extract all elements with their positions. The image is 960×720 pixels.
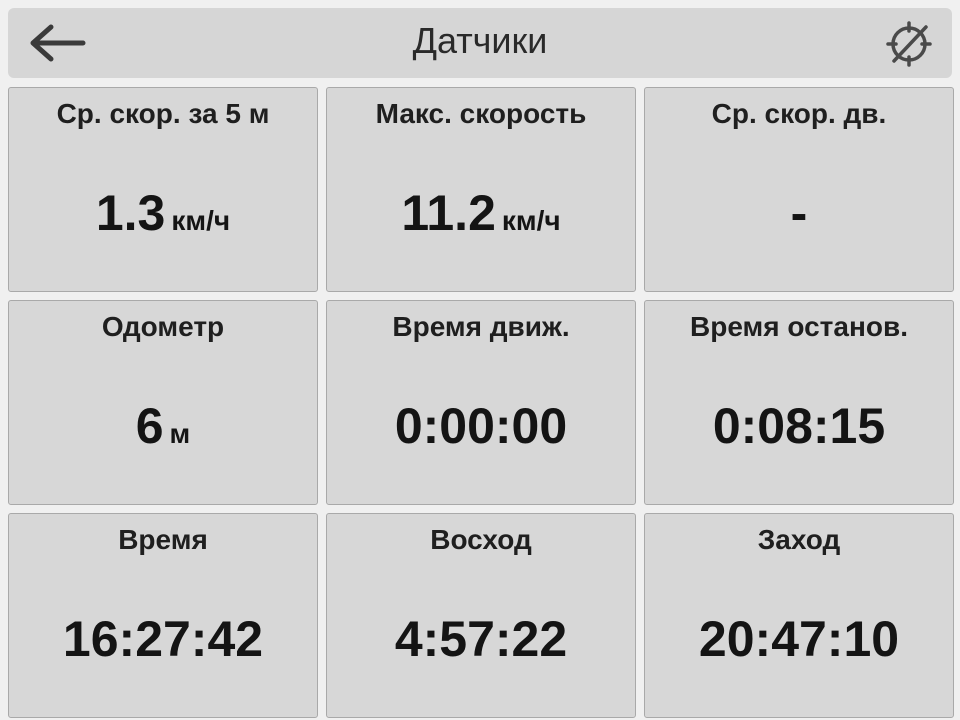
sensor-value-number: -	[790, 185, 808, 241]
sensor-value-number: 1.3	[95, 185, 166, 241]
sensor-value-number: 6	[135, 398, 164, 454]
sensor-value: 0:08:15	[645, 397, 953, 455]
sensor-label: Одометр	[101, 311, 225, 342]
sensor-tile-sunset[interactable]: Заход 20:47:10	[644, 513, 954, 718]
sensor-label: Время останов.	[690, 311, 908, 342]
sensor-value: 20:47:10	[645, 610, 953, 668]
sensor-value: 11.2 км/ч	[327, 184, 635, 242]
top-bar: Датчики	[8, 8, 952, 78]
sensor-value: 4:57:22	[327, 610, 635, 668]
gps-off-icon	[886, 21, 932, 67]
sensor-value-number: 16:27:42	[62, 611, 264, 667]
back-button[interactable]	[26, 20, 90, 66]
sensor-tile-clock[interactable]: Время 16:27:42	[8, 513, 318, 718]
sensor-tile-moving-time[interactable]: Время движ. 0:00:00	[326, 300, 636, 505]
page-title: Датчики	[412, 20, 548, 61]
sensor-label: Восход	[430, 524, 532, 555]
sensor-value-unit: м	[169, 418, 191, 449]
sensor-tile-stopped-time[interactable]: Время останов. 0:08:15	[644, 300, 954, 505]
sensor-tile-sunrise[interactable]: Восход 4:57:22	[326, 513, 636, 718]
sensor-grid: Ср. скор. за 5 м 1.3 км/ч Макс. скорость …	[8, 87, 954, 718]
sensor-value-number: 0:08:15	[712, 398, 886, 454]
sensor-value-number: 0:00:00	[394, 398, 568, 454]
sensor-value: 6м	[9, 397, 317, 455]
sensor-label: Время	[118, 524, 208, 555]
gps-status-button[interactable]	[884, 19, 934, 69]
sensor-value-number: 20:47:10	[698, 611, 900, 667]
sensor-value: -	[645, 184, 953, 242]
sensor-value: 1.3 км/ч	[9, 184, 317, 242]
sensor-label: Ср. скор. за 5 м	[56, 98, 270, 129]
sensor-label: Ср. скор. дв.	[711, 98, 887, 129]
sensor-value-unit: км/ч	[171, 205, 231, 236]
sensor-label: Время движ.	[392, 311, 570, 342]
sensor-tile-max-speed[interactable]: Макс. скорость 11.2 км/ч	[326, 87, 636, 292]
sensor-value-number: 4:57:22	[394, 611, 568, 667]
sensor-value-number: 11.2	[401, 185, 496, 241]
sensor-label: Заход	[757, 524, 841, 555]
sensor-tile-avg-speed-5m[interactable]: Ср. скор. за 5 м 1.3 км/ч	[8, 87, 318, 292]
sensor-label: Макс. скорость	[375, 98, 587, 129]
sensor-tile-avg-moving-speed[interactable]: Ср. скор. дв. -	[644, 87, 954, 292]
arrow-left-icon	[30, 24, 86, 62]
sensor-value: 16:27:42	[9, 610, 317, 668]
sensor-tile-odometer[interactable]: Одометр 6м	[8, 300, 318, 505]
sensor-value: 0:00:00	[327, 397, 635, 455]
sensors-screen: Датчики Ср. скор. за 5 м 1.3 км/ч Макс. с…	[0, 0, 960, 720]
sensor-value-unit: км/ч	[501, 205, 561, 236]
